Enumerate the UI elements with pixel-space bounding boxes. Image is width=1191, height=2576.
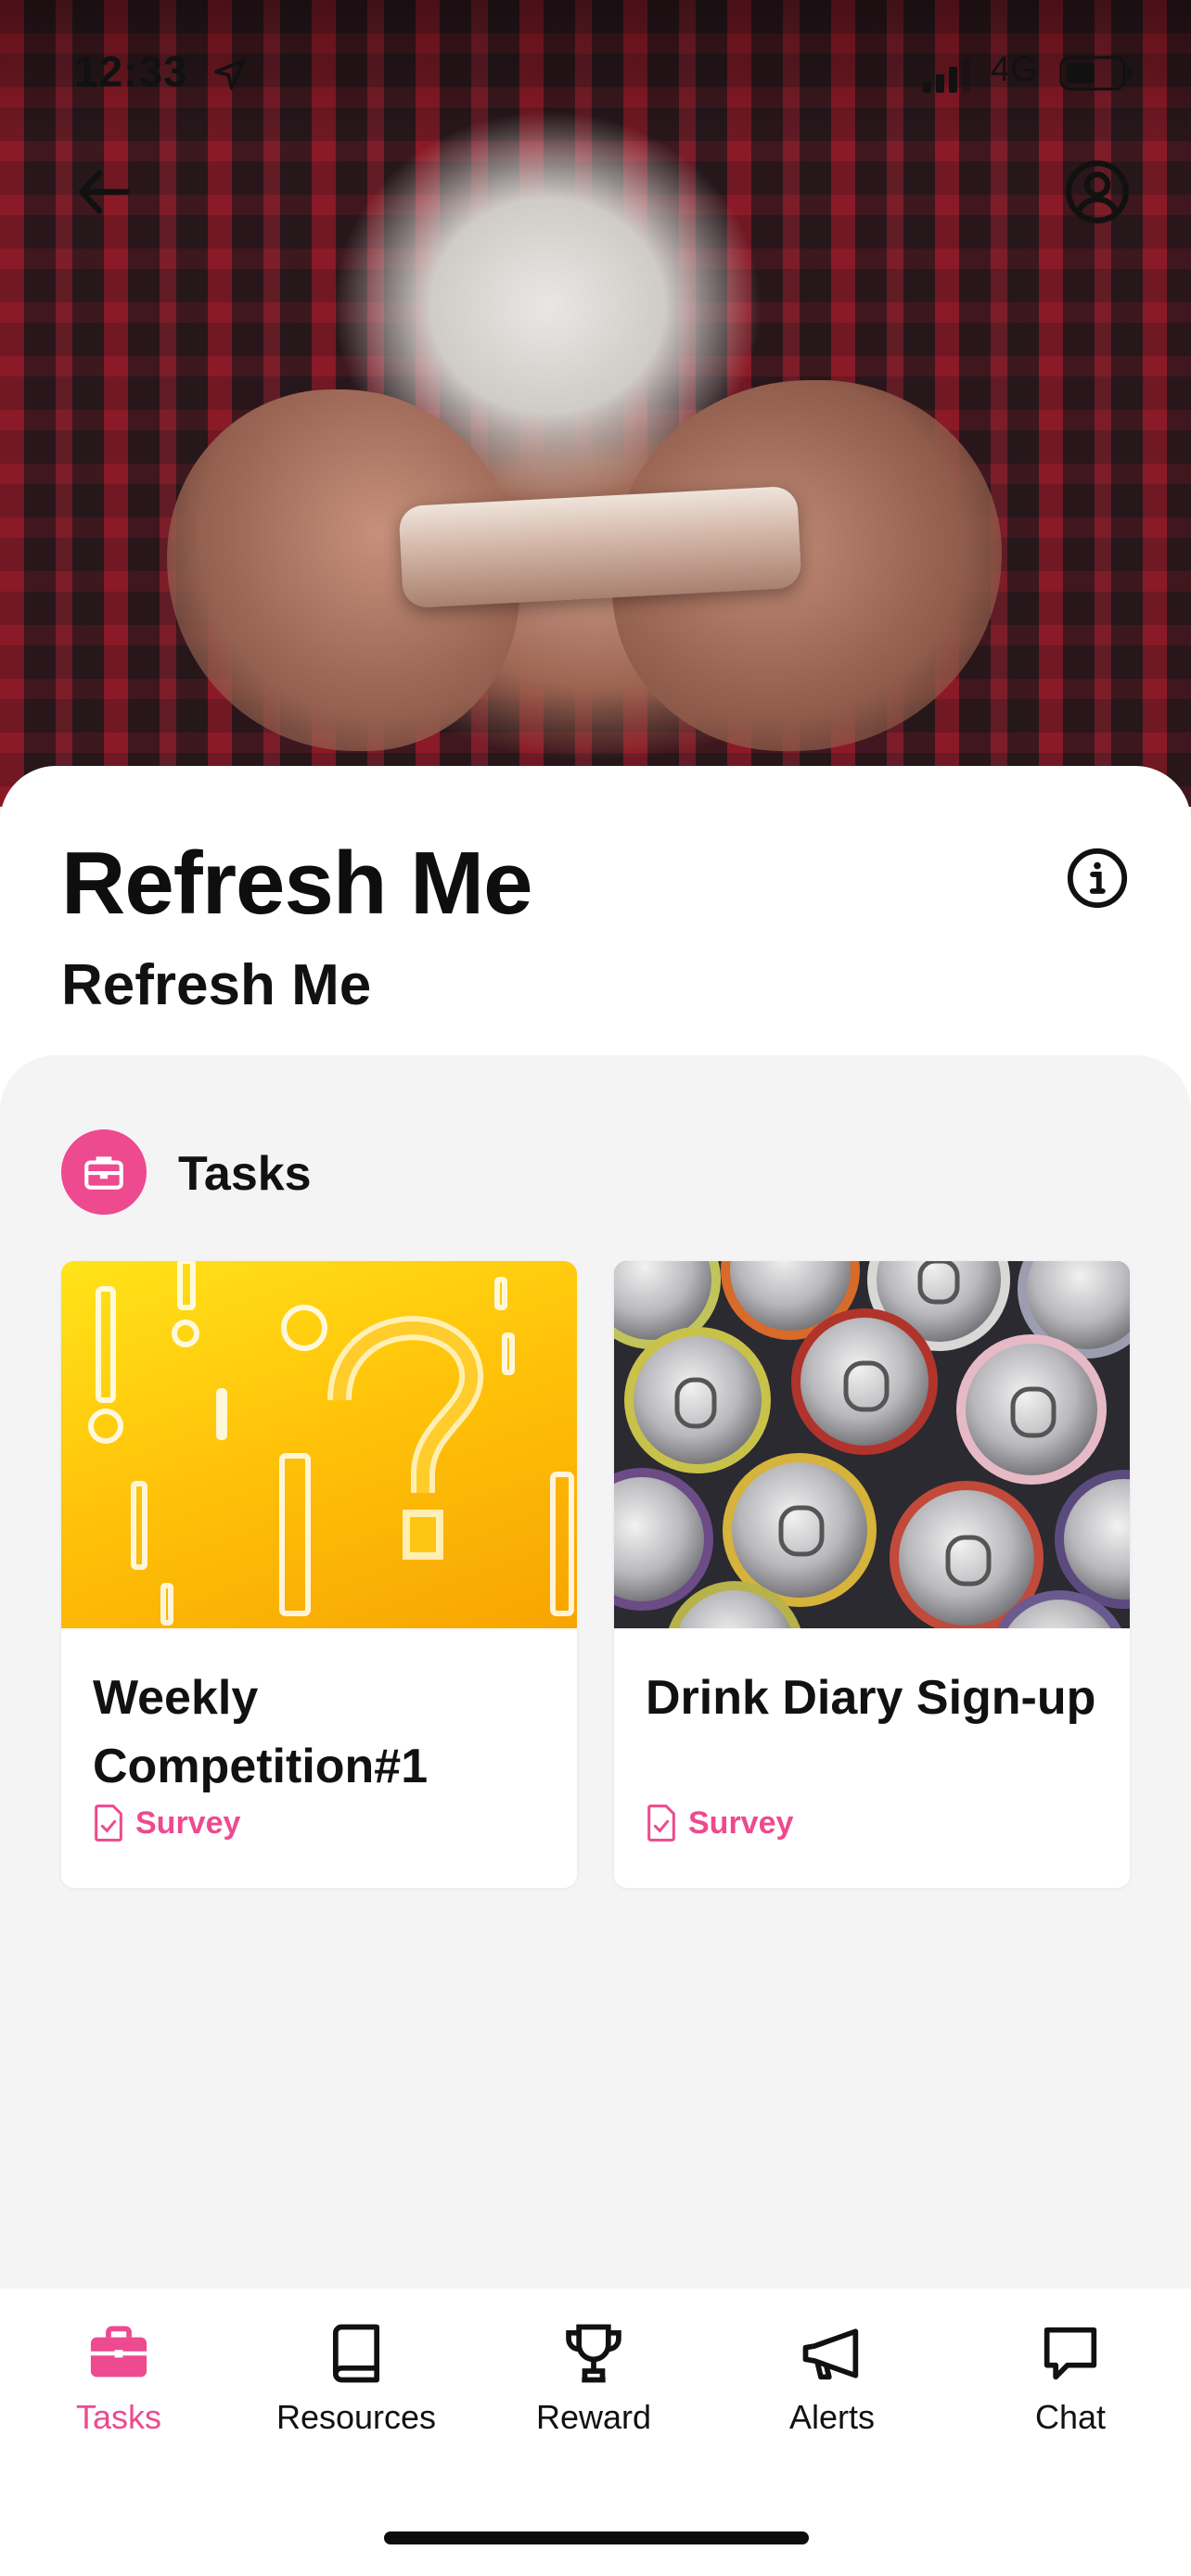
megaphone-icon bbox=[802, 2328, 859, 2380]
briefcase-icon bbox=[90, 2326, 147, 2378]
task-card-drink-diary[interactable]: Drink Diary Sign-up Survey bbox=[614, 1261, 1130, 1888]
nav-alerts[interactable]: Alerts bbox=[730, 2318, 934, 2448]
book-icon bbox=[332, 2324, 380, 2383]
nav-label: Chat bbox=[1034, 2398, 1107, 2436]
task-image-question-marks bbox=[61, 1261, 577, 1628]
battery-icon bbox=[1059, 56, 1132, 91]
nav-chat[interactable]: Chat bbox=[968, 2318, 1172, 2448]
task-type-label: Survey bbox=[135, 1804, 241, 1841]
task-type: Survey bbox=[93, 1804, 240, 1842]
nav-label: Tasks bbox=[75, 2398, 162, 2436]
briefcase-icon bbox=[84, 1156, 123, 1190]
nav-label: Resources bbox=[275, 2398, 437, 2436]
document-check-icon bbox=[95, 1804, 122, 1842]
status-time: 12:33 bbox=[74, 47, 188, 96]
nav-label: Reward bbox=[535, 2398, 652, 2436]
profile-button[interactable] bbox=[1056, 150, 1139, 234]
signal-icon bbox=[923, 59, 970, 93]
nav-tasks[interactable]: Tasks bbox=[17, 2318, 221, 2448]
nav-resources[interactable]: Resources bbox=[254, 2318, 458, 2448]
user-circle-icon bbox=[1066, 160, 1129, 223]
page-title: Refresh Me bbox=[61, 834, 532, 933]
task-type: Survey bbox=[646, 1804, 793, 1842]
home-indicator bbox=[384, 2531, 809, 2544]
nav-reward[interactable]: Reward bbox=[492, 2318, 696, 2448]
page-subtitle: Refresh Me bbox=[61, 953, 372, 1017]
info-circle-icon[interactable] bbox=[1065, 846, 1130, 911]
network-label: 4G bbox=[991, 50, 1038, 89]
task-image-soda-cans bbox=[614, 1261, 1130, 1628]
chat-bubble-icon bbox=[1044, 2327, 1097, 2380]
document-check-icon bbox=[647, 1804, 675, 1842]
task-name: Weekly Competition#1 bbox=[93, 1671, 429, 1793]
hero-image bbox=[0, 0, 1191, 807]
back-button[interactable] bbox=[63, 150, 147, 234]
tasks-section-icon bbox=[61, 1129, 147, 1215]
task-name: Drink Diary Sign-up bbox=[646, 1671, 1096, 1725]
trophy-icon bbox=[566, 2324, 621, 2383]
arrow-left-icon bbox=[79, 170, 130, 214]
nav-label: Alerts bbox=[788, 2398, 876, 2436]
task-type-label: Survey bbox=[688, 1804, 794, 1841]
tasks-section-title: Tasks bbox=[178, 1147, 312, 1201]
task-card-weekly-competition[interactable]: Weekly Competition#1 Survey bbox=[61, 1261, 577, 1888]
location-arrow-icon bbox=[214, 58, 246, 90]
